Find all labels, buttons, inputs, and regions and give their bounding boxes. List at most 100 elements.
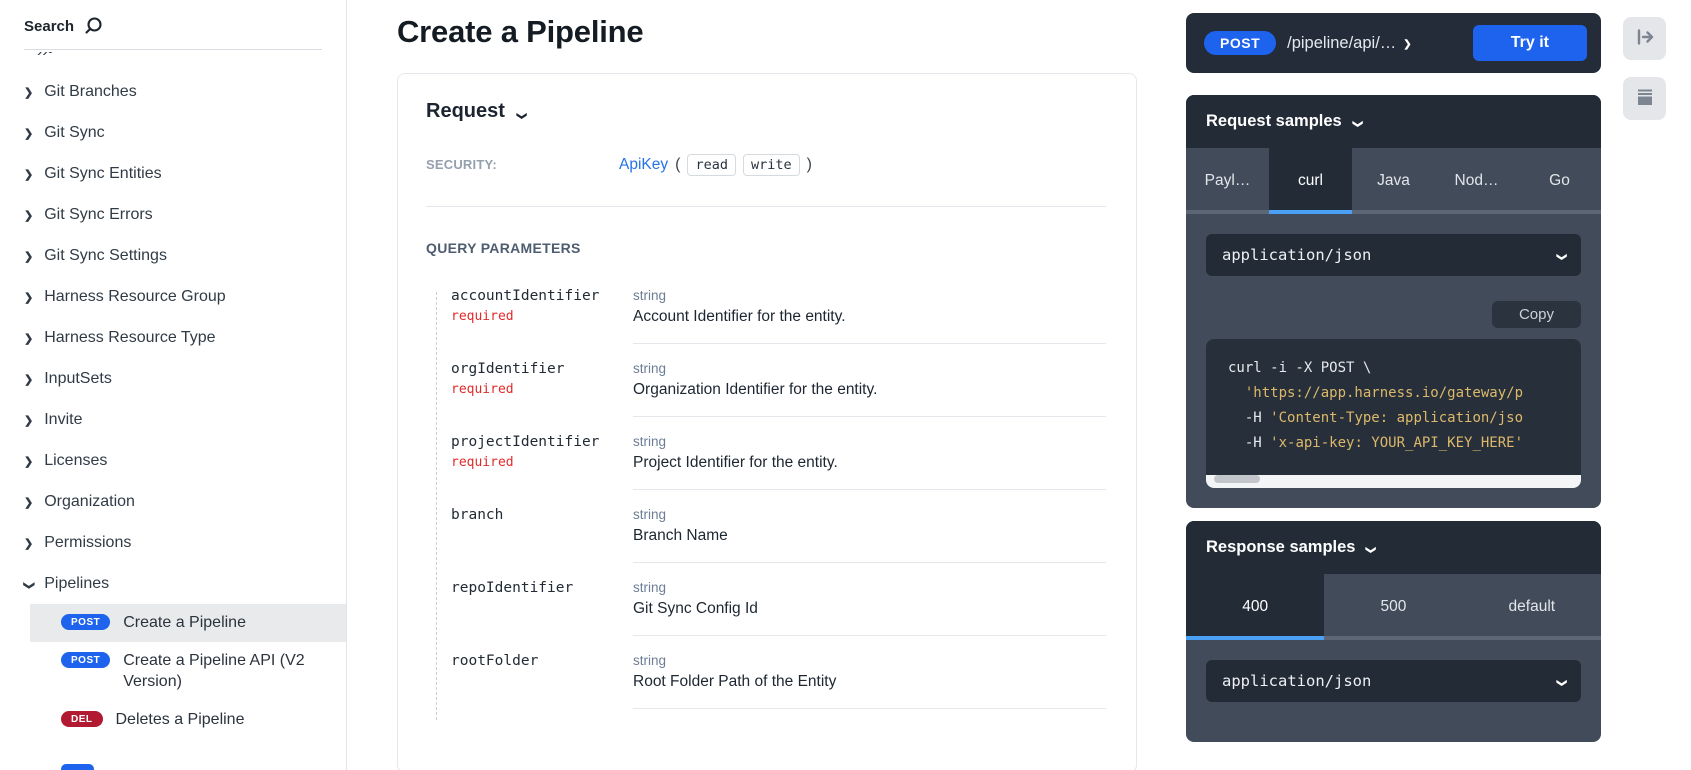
method-badge-delete: DEL: [61, 711, 103, 727]
sidebar-group-git-sync-entities[interactable]: Git Sync Entities: [0, 153, 346, 194]
search-label: Search: [24, 18, 74, 35]
tab-default[interactable]: default: [1463, 574, 1601, 640]
chevron-down-icon: [24, 576, 33, 592]
tab-go[interactable]: Go: [1518, 148, 1601, 214]
param-name: rootFolder: [451, 653, 633, 669]
chevron-down-icon: [1366, 539, 1374, 556]
chevron-right-icon: [24, 207, 33, 223]
paren-open: (: [675, 156, 680, 174]
tab-node[interactable]: Nod…: [1435, 148, 1518, 214]
param-row-projectIdentifier: projectIdentifier required string Projec…: [426, 434, 1106, 507]
security-label: SECURITY:: [426, 157, 619, 172]
language-tabs: Payl… curl Java Nod… Go: [1186, 148, 1601, 214]
sidebar-group-harness-resource-type[interactable]: Harness Resource Type: [0, 317, 346, 358]
api-docs-page: Search ››• Git Branches Git Sync Git Syn…: [0, 0, 1691, 770]
pipelines-children-list: POST Create a Pipeline POST Create a Pip…: [0, 604, 346, 738]
chevron-right-icon: [24, 494, 33, 510]
endpoint-path[interactable]: /pipeline/api/…: [1287, 34, 1396, 53]
tab-400[interactable]: 400: [1186, 574, 1324, 640]
chevron-down-icon: [1557, 673, 1565, 689]
chevron-right-icon: [24, 166, 33, 182]
collapse-panel-icon: [1634, 26, 1656, 51]
clipped-sidebar-item: ››•: [37, 52, 346, 67]
content-type-select[interactable]: application/json: [1206, 234, 1581, 276]
param-description: Branch Name: [633, 527, 1106, 545]
param-type: string: [633, 361, 1106, 376]
param-description: Root Folder Path of the Entity: [633, 673, 1106, 691]
chevron-right-icon: [24, 289, 33, 305]
toc-layout-button[interactable]: [1623, 77, 1666, 120]
security-row: SECURITY: ApiKey ( read write ): [426, 154, 1106, 176]
try-it-button[interactable]: Try it: [1473, 25, 1587, 61]
tab-java[interactable]: Java: [1352, 148, 1435, 214]
sidebar-item-create-a-pipeline[interactable]: POST Create a Pipeline: [30, 604, 346, 642]
copy-button[interactable]: Copy: [1492, 301, 1581, 328]
response-samples-heading: Response samples: [1206, 538, 1355, 557]
curl-code-block: curl -i -X POST \ 'https://app.harness.i…: [1206, 339, 1581, 488]
param-required-flag: required: [451, 382, 633, 397]
sidebar-item-create-a-pipeline-v2[interactable]: POST Create a Pipeline API (V2 Version): [30, 642, 346, 701]
chevron-right-icon: [24, 453, 33, 469]
chevron-right-icon: [24, 84, 33, 100]
request-samples-toggle[interactable]: Request samples: [1186, 95, 1601, 148]
chevron-right-icon: [1403, 35, 1411, 51]
panel-tools: [1623, 17, 1666, 120]
sidebar-group-inputsets[interactable]: InputSets: [0, 358, 346, 399]
param-type: string: [633, 434, 1106, 449]
param-row-branch: branch string Branch Name: [426, 507, 1106, 580]
request-section-toggle[interactable]: Request: [426, 100, 1106, 123]
sidebar-group-git-sync-errors[interactable]: Git Sync Errors: [0, 194, 346, 235]
chevron-down-icon: [1557, 247, 1565, 263]
param-name: branch: [451, 507, 633, 523]
collapse-panel-button[interactable]: [1623, 17, 1666, 60]
curl-code: curl -i -X POST \ 'https://app.harness.i…: [1206, 339, 1581, 473]
horizontal-scrollbar: [1206, 475, 1581, 488]
param-guide-line: [436, 292, 437, 720]
scrollbar-thumb[interactable]: [1214, 475, 1260, 483]
search-icon: [83, 16, 103, 36]
response-content-type-select[interactable]: application/json: [1206, 660, 1581, 702]
apikey-link[interactable]: ApiKey: [619, 156, 668, 174]
sidebar-item-deletes-a-pipeline[interactable]: DEL Deletes a Pipeline: [30, 701, 346, 739]
document-outline-icon: [1634, 86, 1656, 111]
sidebar-group-invite[interactable]: Invite: [0, 399, 346, 440]
param-description: Git Sync Config Id: [633, 600, 1106, 618]
param-row-orgIdentifier: orgIdentifier required string Organizati…: [426, 361, 1106, 434]
param-description: Project Identifier for the entity.: [633, 454, 1106, 472]
param-name: repoIdentifier: [451, 580, 633, 596]
sidebar-group-licenses[interactable]: Licenses: [0, 440, 346, 481]
tab-500[interactable]: 500: [1324, 574, 1462, 640]
request-card: Request SECURITY: ApiKey ( read write ) …: [397, 73, 1137, 770]
param-description: Account Identifier for the entity.: [633, 308, 1106, 326]
param-required-flag: required: [451, 309, 633, 324]
chevron-right-icon: [24, 330, 33, 346]
sidebar-group-pipelines[interactable]: Pipelines: [0, 563, 346, 604]
clipped-method-badge: [61, 764, 94, 770]
scope-write: write: [743, 154, 800, 176]
search-button[interactable]: Search: [24, 16, 322, 50]
response-samples-toggle[interactable]: Response samples: [1186, 521, 1601, 574]
code-samples-column: POST /pipeline/api/… Try it Request samp…: [1186, 13, 1601, 742]
tab-payload[interactable]: Payl…: [1186, 148, 1269, 214]
sidebar-group-permissions[interactable]: Permissions: [0, 522, 346, 563]
sidebar-group-harness-resource-group[interactable]: Harness Resource Group: [0, 276, 346, 317]
paren-close: ): [807, 156, 812, 174]
request-heading: Request: [426, 100, 505, 123]
param-name: orgIdentifier: [451, 361, 633, 377]
sidebar-group-git-sync[interactable]: Git Sync: [0, 112, 346, 153]
param-name: projectIdentifier: [451, 434, 633, 450]
page-title: Create a Pipeline: [397, 14, 1137, 50]
tab-curl[interactable]: curl: [1269, 148, 1352, 214]
sidebar-group-git-sync-settings[interactable]: Git Sync Settings: [0, 235, 346, 276]
chevron-right-icon: [24, 371, 33, 387]
sidebar-group-organization[interactable]: Organization: [0, 481, 346, 522]
param-type: string: [633, 653, 1106, 668]
param-name: accountIdentifier: [451, 288, 633, 304]
param-row-accountIdentifier: accountIdentifier required string Accoun…: [426, 288, 1106, 361]
param-type: string: [633, 288, 1106, 303]
chevron-right-icon: [24, 248, 33, 264]
sidebar-group-git-branches[interactable]: Git Branches: [0, 71, 346, 112]
method-badge-post: POST: [61, 614, 110, 630]
method-badge-post: POST: [1204, 31, 1276, 55]
scope-read: read: [687, 154, 736, 176]
